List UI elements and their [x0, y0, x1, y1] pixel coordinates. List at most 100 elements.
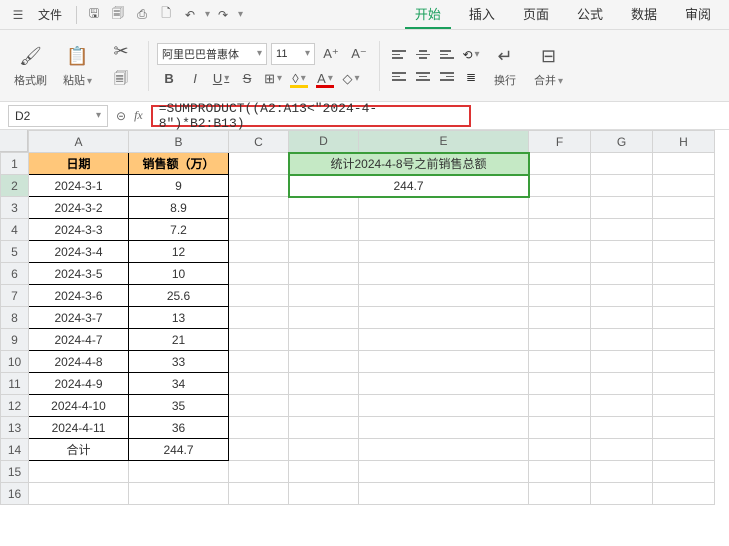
wrap-icon[interactable]: ↵: [492, 44, 518, 70]
cell[interactable]: 合计: [29, 439, 129, 461]
cell[interactable]: 244.7: [129, 439, 229, 461]
cell[interactable]: [591, 395, 653, 417]
cell[interactable]: [591, 439, 653, 461]
cell[interactable]: [529, 461, 591, 483]
cell[interactable]: 2024-3-7: [29, 307, 129, 329]
cell[interactable]: 36: [129, 417, 229, 439]
cell[interactable]: [653, 395, 715, 417]
file-menu[interactable]: 文件: [30, 4, 70, 25]
cell[interactable]: 33: [129, 351, 229, 373]
row-header[interactable]: 11: [1, 373, 29, 395]
save-as-icon[interactable]: 🗐: [107, 4, 129, 26]
name-box[interactable]: D2▾: [8, 105, 108, 127]
cell[interactable]: [529, 307, 591, 329]
cell[interactable]: [653, 285, 715, 307]
cell[interactable]: 2024-3-6: [29, 285, 129, 307]
align-center-icon[interactable]: [412, 68, 434, 86]
cell[interactable]: [591, 461, 653, 483]
cell[interactable]: [129, 483, 229, 505]
cell[interactable]: [591, 373, 653, 395]
cut-icon[interactable]: ✂: [108, 39, 134, 65]
cell[interactable]: 2024-4-9: [29, 373, 129, 395]
cell[interactable]: 销售额（万）: [129, 153, 229, 175]
cell[interactable]: [359, 483, 529, 505]
cell[interactable]: 2024-3-5: [29, 263, 129, 285]
indent-icon[interactable]: ≣: [460, 68, 482, 86]
qat-more-icon[interactable]: ▾: [238, 9, 243, 20]
fx-icon[interactable]: fx: [134, 108, 143, 123]
cell[interactable]: [289, 351, 359, 373]
row-header[interactable]: 13: [1, 417, 29, 439]
formula-input[interactable]: =SUMPRODUCT((A2:A13<"2024-4-8")*B2:B13): [151, 105, 471, 127]
cell[interactable]: 34: [129, 373, 229, 395]
orientation-icon[interactable]: ⟲▾: [460, 46, 482, 64]
search-icon[interactable]: ⊝: [116, 109, 126, 123]
cell[interactable]: [359, 197, 529, 219]
cell[interactable]: [229, 285, 289, 307]
cell[interactable]: [359, 285, 529, 307]
cell[interactable]: [653, 307, 715, 329]
cell[interactable]: [653, 417, 715, 439]
col-header[interactable]: A: [29, 131, 129, 153]
cell[interactable]: [653, 197, 715, 219]
cell[interactable]: [229, 153, 289, 175]
col-header[interactable]: G: [591, 131, 653, 153]
cell[interactable]: [591, 197, 653, 219]
col-header[interactable]: E: [359, 131, 529, 153]
more-font-button[interactable]: ◇▾: [339, 69, 363, 89]
cell[interactable]: 2024-3-1: [29, 175, 129, 197]
cell[interactable]: [529, 483, 591, 505]
cell[interactable]: 9: [129, 175, 229, 197]
cell[interactable]: [229, 351, 289, 373]
cell[interactable]: [591, 153, 653, 175]
cell[interactable]: [289, 329, 359, 351]
cell[interactable]: [653, 329, 715, 351]
cell[interactable]: [359, 329, 529, 351]
row-header[interactable]: 6: [1, 263, 29, 285]
app-menu-icon[interactable]: ☰: [8, 5, 28, 25]
row-header[interactable]: 3: [1, 197, 29, 219]
row-header[interactable]: 14: [1, 439, 29, 461]
cell[interactable]: [359, 307, 529, 329]
cell[interactable]: [229, 373, 289, 395]
cell[interactable]: [289, 483, 359, 505]
cell[interactable]: 13: [129, 307, 229, 329]
italic-button[interactable]: I: [183, 69, 207, 89]
cell[interactable]: [359, 439, 529, 461]
cell[interactable]: [653, 263, 715, 285]
cell[interactable]: [289, 219, 359, 241]
tab-home[interactable]: 开始: [405, 0, 451, 29]
cell[interactable]: [229, 417, 289, 439]
row-header[interactable]: 2: [1, 175, 29, 197]
align-top-icon[interactable]: [388, 46, 410, 64]
align-left-icon[interactable]: [388, 68, 410, 86]
cell[interactable]: [529, 241, 591, 263]
decrease-font-icon[interactable]: A⁻: [347, 44, 371, 64]
cell[interactable]: [529, 153, 591, 175]
cell[interactable]: [229, 483, 289, 505]
cell[interactable]: [229, 263, 289, 285]
cell[interactable]: [529, 197, 591, 219]
cell[interactable]: [529, 395, 591, 417]
cell[interactable]: [653, 461, 715, 483]
cell[interactable]: [529, 219, 591, 241]
align-bottom-icon[interactable]: [436, 46, 458, 64]
cell[interactable]: 35: [129, 395, 229, 417]
cell[interactable]: [591, 241, 653, 263]
cell[interactable]: 8.9: [129, 197, 229, 219]
print-icon[interactable]: ⎙: [131, 4, 153, 26]
cell[interactable]: [653, 219, 715, 241]
cell[interactable]: [653, 373, 715, 395]
cell[interactable]: [229, 461, 289, 483]
cell[interactable]: [289, 461, 359, 483]
col-header[interactable]: B: [129, 131, 229, 153]
cell[interactable]: 21: [129, 329, 229, 351]
cell[interactable]: [591, 307, 653, 329]
tab-formula[interactable]: 公式: [567, 0, 613, 29]
cell[interactable]: [289, 417, 359, 439]
row-header[interactable]: 15: [1, 461, 29, 483]
cell[interactable]: [29, 461, 129, 483]
cell[interactable]: 2024-3-4: [29, 241, 129, 263]
paste-icon[interactable]: 📋: [65, 44, 91, 70]
cell[interactable]: 2024-4-7: [29, 329, 129, 351]
